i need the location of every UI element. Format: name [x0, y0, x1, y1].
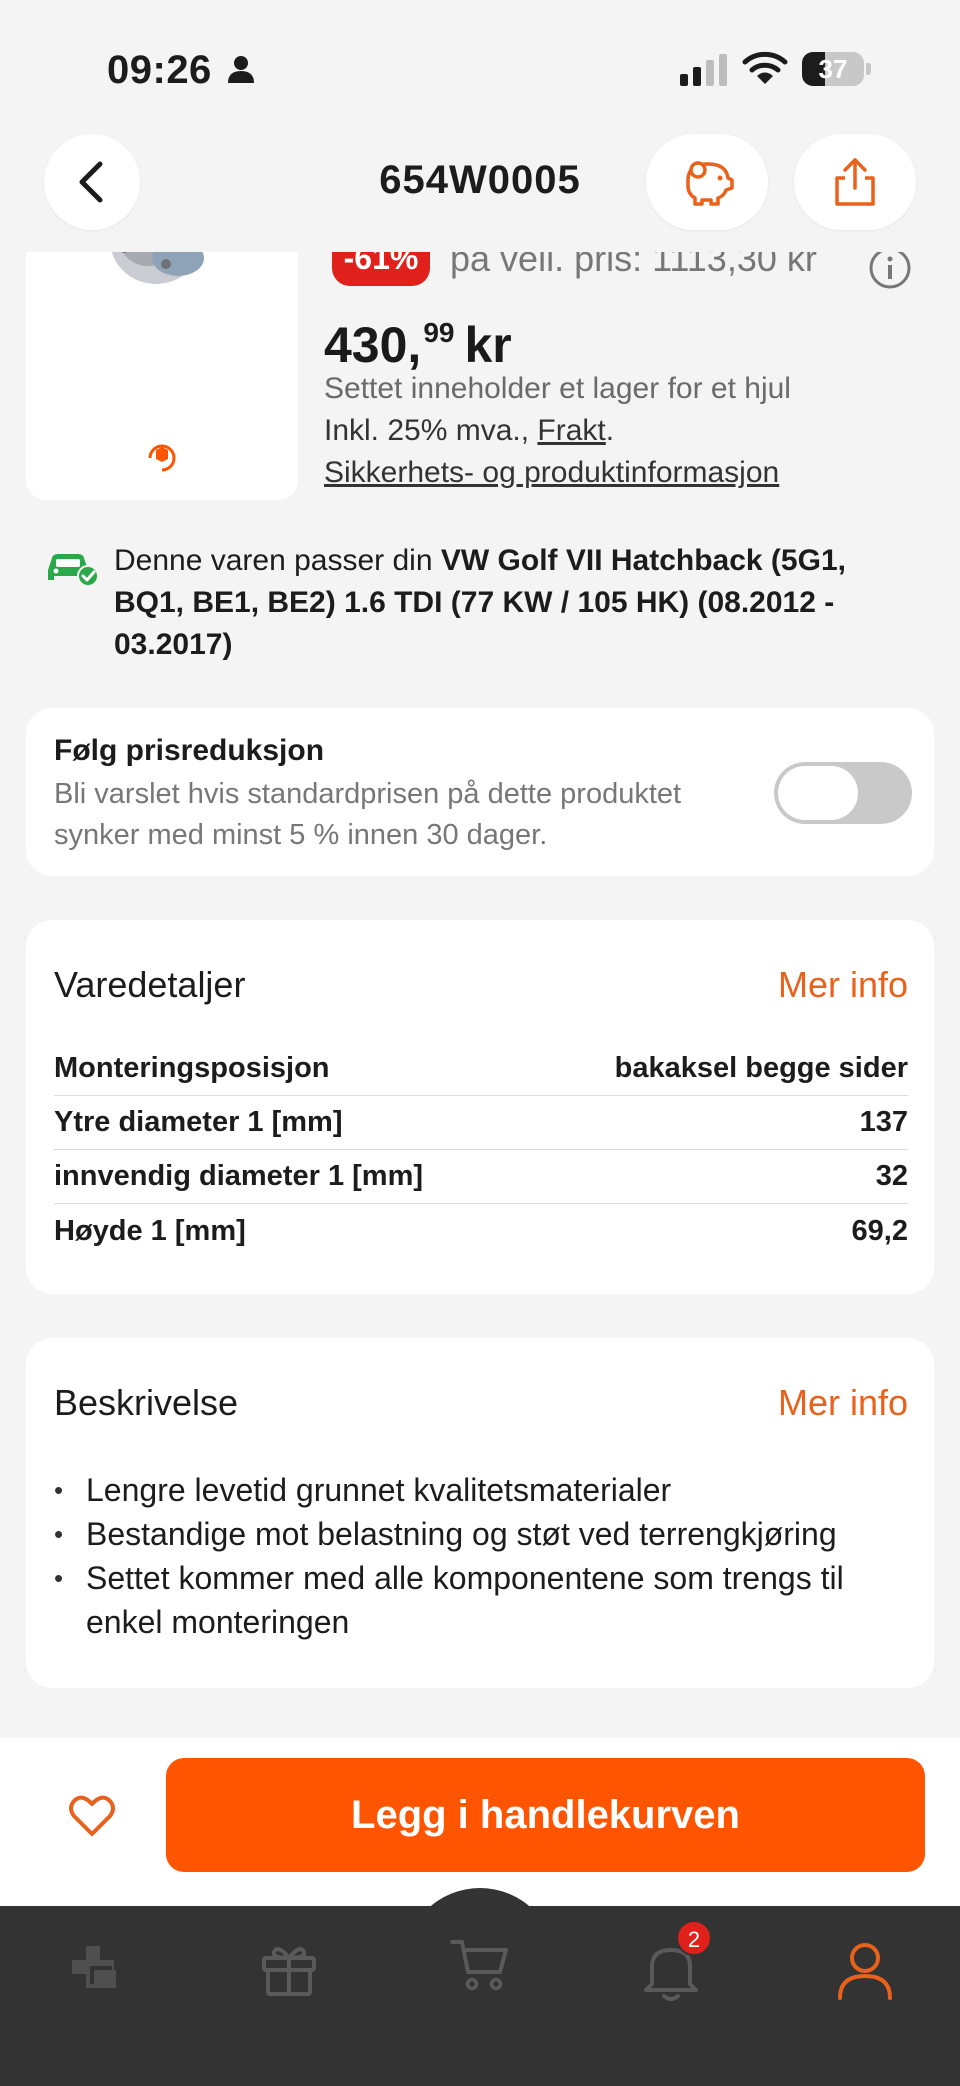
- share-icon: [835, 158, 875, 206]
- back-button[interactable]: [44, 134, 140, 230]
- spec-label: Ytre diameter 1 [mm]: [54, 1106, 343, 1138]
- list-item: Bestandige mot belastning og støt ved te…: [54, 1512, 914, 1556]
- spec-value: 69,2: [851, 1214, 908, 1247]
- tab-cart[interactable]: [404, 1888, 556, 2040]
- shipping-link[interactable]: Frakt: [537, 414, 605, 447]
- price-alert-card: Følg prisreduksjon Bli varslet hvis stan…: [26, 708, 934, 876]
- spec-label: Monteringsposisjon: [54, 1052, 330, 1084]
- fit-prefix: Denne varen passer din: [114, 544, 441, 577]
- list-item: Settet kommer med alle komponentene som …: [54, 1556, 914, 1644]
- price: 430,99 kr: [324, 316, 512, 374]
- description-title: Beskrivelse: [54, 1382, 239, 1423]
- share-button[interactable]: [794, 134, 916, 230]
- status-bar: 09:26 37: [0, 0, 960, 130]
- price-alert-description: Bli varslet hvis standardprisen på dette…: [54, 778, 682, 851]
- description-list: Lengre levetid grunnet kvalitetsmaterial…: [54, 1468, 914, 1644]
- notification-count-badge: 2: [676, 1920, 712, 1956]
- shipping-suffix: .: [605, 414, 615, 447]
- product-details-card: Varedetaljer Mer info Monteringsposisjon…: [26, 920, 934, 1294]
- battery-indicator: 37: [802, 52, 872, 86]
- info-icon[interactable]: [868, 246, 912, 290]
- 360-view-icon[interactable]: [144, 440, 180, 476]
- description-card: Beskrivelse Mer info Lengre levetid grun…: [26, 1338, 934, 1688]
- piggy-bank-icon: [686, 161, 734, 206]
- fit-text: Denne varen passer din VW Golf VII Hatch…: [114, 540, 924, 666]
- spec-row: Monteringsposisjon bakaksel begge sider: [54, 1042, 908, 1096]
- wifi-icon: [742, 51, 788, 84]
- add-to-cart-button[interactable]: Legg i handlekurven: [166, 1758, 925, 1872]
- spec-row: Høyde 1 [mm] 69,2: [54, 1204, 908, 1258]
- description-more-info-link[interactable]: Mer info: [778, 1382, 908, 1424]
- details-title: Varedetaljer: [54, 964, 246, 1005]
- cellular-signal-icon: [680, 54, 727, 86]
- spec-value: 137: [859, 1106, 908, 1138]
- price-currency: kr: [464, 317, 512, 373]
- vat-line: Inkl. 25% mva., Frakt.: [324, 414, 614, 448]
- spec-value: 32: [875, 1160, 908, 1192]
- purchase-bar: Legg i handlekurven: [0, 1738, 960, 1906]
- tab-bar: 2: [0, 1888, 960, 2086]
- page-title: 654W0005: [379, 158, 581, 202]
- person-icon: [228, 56, 254, 83]
- car-check-icon: [48, 554, 98, 587]
- spec-row: innvendig diameter 1 [mm] 32: [54, 1150, 908, 1204]
- spec-table: Monteringsposisjon bakaksel begge sider Y…: [54, 1042, 908, 1258]
- tab-gift-icon[interactable]: [254, 1936, 324, 2006]
- details-more-info-link[interactable]: Mer info: [778, 964, 908, 1006]
- top-header: 654W0005: [0, 130, 960, 252]
- savings-button[interactable]: [646, 134, 768, 230]
- vat-text: Inkl. 25% mva.,: [324, 414, 530, 447]
- spec-row: Ytre diameter 1 [mm] 137: [54, 1096, 908, 1150]
- chevron-left-icon: [79, 161, 103, 203]
- spec-label: Høyde 1 [mm]: [54, 1214, 246, 1247]
- cart-icon: [450, 1940, 508, 1991]
- price-cents: 99: [423, 317, 455, 348]
- status-time: 09:26: [107, 48, 212, 92]
- price-alert-title: Følg prisreduksjon: [54, 734, 325, 767]
- tab-profile-icon[interactable]: [830, 1936, 900, 2006]
- battery-percent: 37: [818, 54, 848, 84]
- price-alert-toggle[interactable]: [774, 762, 912, 824]
- list-item: Lengre levetid grunnet kvalitetsmaterial…: [54, 1468, 914, 1512]
- tab-parts-icon[interactable]: [64, 1936, 134, 2006]
- spec-label: innvendig diameter 1 [mm]: [54, 1160, 424, 1192]
- safety-info-link[interactable]: Sikkerhets- og produktinformasjon: [324, 456, 779, 489]
- set-note: Settet inneholder et lager for et hjul: [324, 372, 791, 405]
- heart-icon[interactable]: [68, 1792, 116, 1838]
- spec-value: bakaksel begge sider: [614, 1052, 908, 1084]
- price-main: 430,: [324, 317, 422, 373]
